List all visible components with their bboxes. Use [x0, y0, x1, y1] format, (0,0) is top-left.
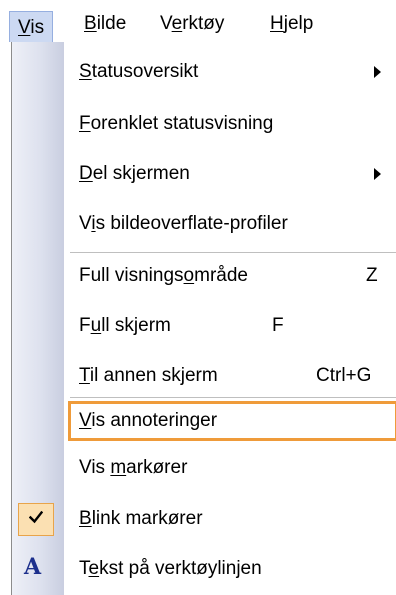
menu-item-vis-annoteringer[interactable]: Vis annoteringer — [12, 399, 396, 443]
menu-item-til-annen-skjerm[interactable]: Til annen skjerm Ctrl+G — [12, 354, 396, 398]
check-state-box — [18, 503, 54, 536]
menu-verktoy[interactable]: Verktøy — [154, 12, 230, 36]
menu-item-label: Vis markører — [79, 457, 188, 478]
menu-item-vis-bildeoverflate-profiler[interactable]: Vis bildeoverflate-profiler — [12, 202, 396, 246]
menu-item-del-skjermen[interactable]: Del skjermen — [12, 152, 396, 196]
menu-item-statusoversikt[interactable]: Statusoversikt — [12, 50, 396, 94]
menu-shortcut: Ctrl+G — [316, 365, 372, 386]
menu-item-label: Full visningsområde — [79, 265, 248, 286]
menu-label-part: ilde — [96, 13, 127, 34]
menu-hjelp[interactable]: Hjelp — [264, 12, 319, 36]
submenu-arrow-icon — [374, 66, 381, 78]
menu-item-label: Blink markører — [79, 508, 203, 529]
menu-accelerator: B — [84, 13, 97, 34]
menu-label-part: is — [30, 17, 45, 38]
menu-item-label: Tekst på verktøylinjen — [79, 558, 262, 579]
menu-accelerator: H — [270, 13, 284, 34]
menu-separator — [70, 397, 396, 398]
menu-label-part: jelp — [283, 13, 314, 34]
menu-vis[interactable]: Vis — [9, 11, 54, 42]
menu-shortcut: Z — [366, 265, 378, 286]
menu-item-label: Full skjerm — [79, 315, 171, 336]
menu-item-full-visningsomrade[interactable]: Full visningsområde Z — [12, 254, 396, 298]
checkmark-icon — [29, 510, 43, 524]
menu-item-label: Vis bildeoverflate-profiler — [79, 213, 288, 234]
menu-item-blink-markorer[interactable]: Blink markører — [12, 497, 396, 541]
menu-item-label: Del skjermen — [79, 163, 190, 184]
vis-dropdown-menu: Statusoversikt Forenklet statusvisning D… — [11, 42, 396, 595]
menu-accelerator: e — [171, 13, 183, 34]
menu-bilde[interactable]: Bilde — [78, 12, 132, 36]
font-icon: A — [24, 554, 42, 580]
menu-item-forenklet-statusvisning[interactable]: Forenklet statusvisning — [12, 102, 396, 146]
menu-label-part: V — [160, 13, 172, 34]
menu-shortcut: F — [272, 315, 284, 336]
menu-item-label: Vis annoteringer — [79, 410, 218, 431]
menu-separator — [70, 252, 396, 253]
menu-item-label: Statusoversikt — [79, 61, 199, 82]
menu-item-full-skjerm[interactable]: Full skjerm F — [12, 304, 396, 348]
menu-label-part: rktøy — [182, 13, 225, 34]
submenu-arrow-icon — [374, 168, 381, 180]
menu-item-label: Til annen skjerm — [79, 365, 218, 386]
menu-item-vis-markorer[interactable]: Vis markører — [12, 446, 396, 490]
menu-item-tekst-pa-verktoylinjen[interactable]: A Tekst på verktøylinjen — [12, 547, 396, 591]
menu-accelerator: V — [18, 17, 31, 38]
menu-bar: Vis Bilde Verktøy Hjelp — [0, 0, 396, 44]
menu-item-label: Forenklet statusvisning — [79, 113, 274, 134]
